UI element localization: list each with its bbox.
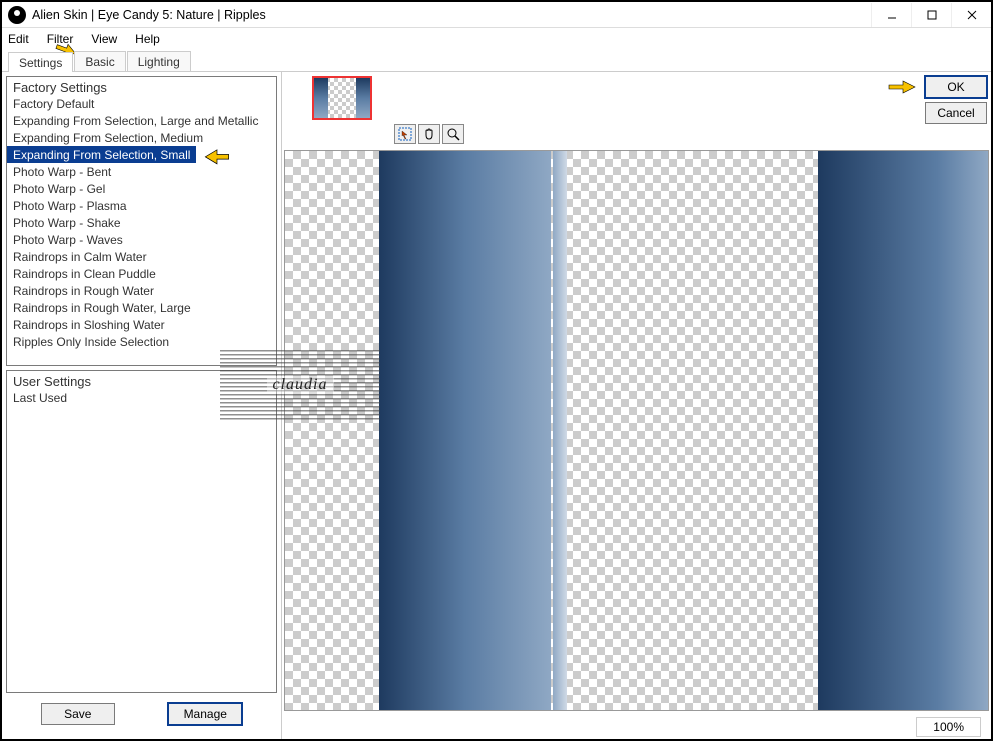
tutorial-pointer-icon xyxy=(203,144,231,164)
list-item[interactable]: Expanding From Selection, Large and Meta… xyxy=(7,112,276,129)
window-title: Alien Skin | Eye Candy 5: Nature | Rippl… xyxy=(32,8,871,22)
settings-panel: Factory Settings Factory Default Expandi… xyxy=(2,72,282,739)
menu-edit[interactable]: Edit xyxy=(8,32,29,46)
tab-basic[interactable]: Basic xyxy=(74,51,125,71)
user-settings-list[interactable]: User Settings Last Used xyxy=(6,370,277,693)
list-item[interactable]: Raindrops in Clean Puddle xyxy=(7,265,276,282)
thumb-gradient xyxy=(356,78,370,118)
menu-view[interactable]: View xyxy=(91,32,117,46)
zoom-level[interactable]: 100% xyxy=(916,717,981,737)
maximize-button[interactable] xyxy=(911,3,951,27)
list-item[interactable]: Photo Warp - Plasma xyxy=(7,197,276,214)
list-item[interactable]: Last Used xyxy=(7,389,276,406)
list-item[interactable]: Photo Warp - Gel xyxy=(7,180,276,197)
main-area: Factory Settings Factory Default Expandi… xyxy=(2,72,991,739)
tool-strip xyxy=(394,124,464,144)
canvas-gradient-panel xyxy=(818,151,988,710)
factory-settings-header: Factory Settings xyxy=(7,77,276,95)
menu-help[interactable]: Help xyxy=(135,32,160,46)
tab-strip: Settings Basic Lighting xyxy=(2,50,991,72)
thumb-gradient xyxy=(314,78,328,118)
list-item[interactable]: Ripples Only Inside Selection xyxy=(7,333,276,350)
app-icon xyxy=(8,6,26,24)
settings-button-row: Save Manage xyxy=(6,693,277,735)
list-item[interactable]: Photo Warp - Shake xyxy=(7,214,276,231)
canvas-gradient-panel xyxy=(553,151,567,710)
list-item[interactable]: Factory Default xyxy=(7,95,276,112)
dialog-button-column: OK Cancel xyxy=(925,76,987,128)
list-item[interactable]: Expanding From Selection, Medium xyxy=(7,129,276,146)
manage-button[interactable]: Manage xyxy=(168,703,242,725)
preview-area: OK Cancel 100% xyxy=(282,72,991,739)
list-item[interactable]: Raindrops in Sloshing Water xyxy=(7,316,276,333)
tutorial-pointer-icon xyxy=(887,76,917,98)
menu-bar: Edit Filter View Help xyxy=(2,28,991,50)
tab-lighting[interactable]: Lighting xyxy=(127,51,191,71)
marquee-tool-button[interactable] xyxy=(394,124,416,144)
list-item[interactable]: Photo Warp - Waves xyxy=(7,231,276,248)
close-button[interactable] xyxy=(951,3,991,27)
zoom-tool-button[interactable] xyxy=(442,124,464,144)
preview-thumbnail[interactable] xyxy=(312,76,372,120)
canvas-gradient-panel xyxy=(379,151,551,710)
ok-button[interactable]: OK xyxy=(925,76,987,98)
list-item[interactable]: Raindrops in Rough Water xyxy=(7,282,276,299)
user-settings-header: User Settings xyxy=(7,371,276,389)
cancel-button[interactable]: Cancel xyxy=(925,102,987,124)
save-button[interactable]: Save xyxy=(41,703,115,725)
factory-settings-list[interactable]: Factory Settings Factory Default Expandi… xyxy=(6,76,277,366)
title-bar: Alien Skin | Eye Candy 5: Nature | Rippl… xyxy=(2,2,991,28)
list-item[interactable]: Photo Warp - Bent xyxy=(7,163,276,180)
hand-tool-button[interactable] xyxy=(418,124,440,144)
list-item[interactable]: Raindrops in Rough Water, Large xyxy=(7,299,276,316)
preview-canvas[interactable] xyxy=(284,150,989,711)
status-bar: 100% xyxy=(916,717,981,737)
list-item[interactable]: Raindrops in Calm Water xyxy=(7,248,276,265)
minimize-button[interactable] xyxy=(871,3,911,27)
list-item-selected[interactable]: Expanding From Selection, Small xyxy=(7,146,196,163)
tab-settings[interactable]: Settings xyxy=(8,52,73,72)
